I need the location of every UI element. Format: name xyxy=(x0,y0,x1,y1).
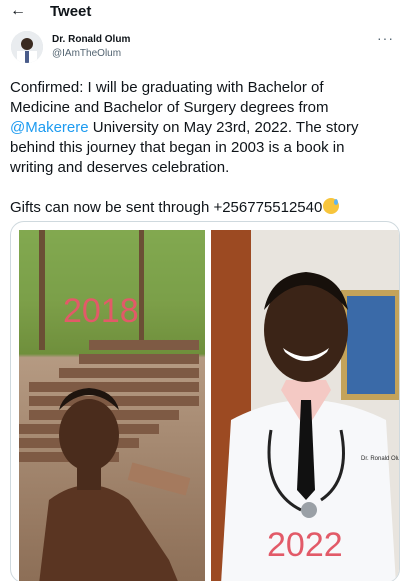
back-arrow-icon[interactable]: ← xyxy=(10,2,28,20)
gifts-text: Gifts can now be sent through +256775512… xyxy=(10,199,323,216)
author-block: Dr. Ronald Olum @IAmTheOlum xyxy=(52,34,130,60)
top-bar: ← Tweet xyxy=(0,0,400,24)
tweet-line: Confirmed: I will be graduating with Bac… xyxy=(10,79,324,96)
tweet-line-rest: University on May 23rd, 2022. The story xyxy=(88,119,359,136)
tweet-text: Confirmed: I will be graduating with Bac… xyxy=(10,78,395,218)
mention-link[interactable]: @Makerere xyxy=(10,119,89,136)
tweet-line: @Makerere University on May 23rd, 2022. … xyxy=(10,118,395,138)
page-title: Tweet xyxy=(50,3,92,20)
photo-2018[interactable]: 2018 xyxy=(19,230,205,581)
author-handle[interactable]: @IAmTheOlum xyxy=(52,48,130,60)
sweat-smile-emoji-icon xyxy=(323,198,340,214)
avatar[interactable] xyxy=(11,31,43,63)
tweet-line: Medicine and Bachelor of Surgery degrees… xyxy=(10,99,329,116)
more-options-icon[interactable]: ··· xyxy=(377,30,394,46)
tweet-line: behind this journey that began in 2003 i… xyxy=(10,139,345,156)
year-label-2022: 2022 xyxy=(267,526,343,564)
tweet-line: writing and deserves celebration. xyxy=(10,159,230,176)
svg-text:Dr. Ronald Olum: Dr. Ronald Olum xyxy=(361,456,400,462)
tweet-line: Gifts can now be sent through +256775512… xyxy=(10,198,395,218)
author-name[interactable]: Dr. Ronald Olum xyxy=(52,34,130,46)
photo-2022[interactable]: Dr. Ronald Olum 2022 xyxy=(211,230,400,581)
year-label-2018: 2018 xyxy=(63,292,139,330)
tweet-media[interactable]: 2018 Dr. Ronald Olum 2022 xyxy=(10,221,400,581)
